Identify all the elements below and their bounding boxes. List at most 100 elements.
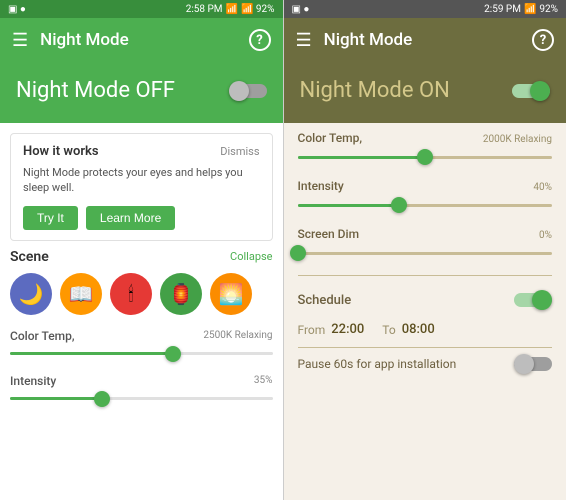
left-sliders-section: Color Temp, 2500K Relaxing Intensity 35%: [0, 325, 283, 429]
schedule-toggle[interactable]: [514, 290, 552, 310]
on-intensity-slider[interactable]: [298, 197, 553, 213]
time-display: 2:58 PM: [186, 4, 223, 15]
signal-icon-right: 📶: [524, 4, 536, 15]
schedule-row: Schedule: [298, 282, 553, 318]
pause-toggle-thumb: [514, 354, 534, 374]
on-color-temp-track-fill: [298, 156, 425, 159]
on-screen-dim-label-row: Screen Dim 0%: [298, 227, 553, 241]
from-label: From: [298, 323, 326, 337]
scene-icon-moon[interactable]: 🌙: [10, 273, 52, 315]
app-bar-left: ☰ Night Mode ?: [0, 18, 283, 62]
status-bar-left: ▣ ● 2:58 PM 📶 📶 92%: [0, 0, 283, 18]
on-screen-dim-hint: 0%: [539, 230, 552, 241]
hamburger-menu-icon-right[interactable]: ☰: [296, 30, 312, 51]
pause-toggle[interactable]: [514, 354, 552, 374]
on-intensity-track-fill: [298, 204, 400, 207]
color-temp-thumb[interactable]: [165, 346, 181, 362]
night-mode-toggle-on[interactable]: [512, 81, 550, 101]
on-color-temp-slider[interactable]: [298, 149, 553, 165]
scene-icon-reading[interactable]: 📖: [60, 273, 102, 315]
scene-icon-sunrise[interactable]: 🌅: [210, 273, 252, 315]
on-screen-dim-row: Screen Dim 0%: [298, 227, 553, 261]
night-mode-header-on: Night Mode ON: [284, 62, 566, 123]
how-it-works-title: How it works: [23, 144, 99, 159]
time-display-right: 2:59 PM: [484, 4, 521, 15]
left-screen-content: How it works Dismiss Night Mode protects…: [0, 123, 283, 500]
battery-display: 📶 92%: [241, 4, 275, 15]
scene-icon-candle[interactable]: 🕯: [110, 273, 152, 315]
toggle-thumb: [229, 81, 249, 101]
from-to-row: From 22:00 To 08:00: [298, 318, 553, 347]
app-bar-title-right: Night Mode: [324, 30, 532, 50]
status-icons-left: ▣ ●: [8, 4, 26, 15]
status-icons-right-right: 2:59 PM 📶 92%: [484, 4, 558, 15]
intensity-label: Intensity: [10, 374, 56, 388]
color-temp-slider[interactable]: [10, 346, 273, 362]
how-it-works-header: How it works Dismiss: [23, 144, 260, 159]
scene-title: Scene: [10, 249, 49, 265]
scene-header: Scene Collapse: [10, 249, 273, 265]
left-screen: ▣ ● 2:58 PM 📶 📶 92% ☰ Night Mode ? Night…: [0, 0, 284, 500]
status-bar-right: ▣ ● 2:59 PM 📶 92%: [284, 0, 566, 18]
color-temp-label: Color Temp,: [10, 329, 75, 343]
on-intensity-label: Intensity: [298, 179, 344, 193]
color-temp-track-fill: [10, 352, 173, 355]
try-it-button[interactable]: Try It: [23, 206, 78, 230]
right-screen: ▣ ● 2:59 PM 📶 92% ☰ Night Mode ? Night M…: [284, 0, 566, 500]
from-time[interactable]: 22:00: [331, 322, 364, 337]
intensity-slider[interactable]: [10, 391, 273, 407]
to-label: To: [382, 323, 395, 337]
status-icons-right-left: ▣ ●: [292, 4, 310, 15]
dismiss-button[interactable]: Dismiss: [220, 145, 259, 158]
on-intensity-thumb[interactable]: [391, 197, 407, 213]
scene-icon-lamp[interactable]: 🏮: [160, 273, 202, 315]
collapse-button[interactable]: Collapse: [230, 250, 272, 263]
color-temp-label-row: Color Temp, 2500K Relaxing: [10, 329, 273, 343]
battery-display-right: 92%: [539, 4, 558, 15]
status-icons-right: 2:58 PM 📶 📶 92%: [186, 4, 275, 15]
how-it-works-buttons: Try It Learn More: [23, 206, 260, 230]
on-color-temp-label-row: Color Temp, 2000K Relaxing: [298, 131, 553, 145]
pause-label: Pause 60s for app installation: [298, 357, 457, 371]
scene-section: Scene Collapse 🌙 📖 🕯 🏮 🌅: [10, 249, 273, 315]
notification-icon-right: ▣ ●: [292, 4, 310, 15]
app-bar-right: ☰ Night Mode ?: [284, 18, 566, 62]
intensity-label-row: Intensity 35%: [10, 374, 273, 388]
color-temp-slider-row: Color Temp, 2500K Relaxing: [10, 329, 273, 362]
on-screen-dim-label: Screen Dim: [298, 227, 360, 241]
intensity-thumb[interactable]: [94, 391, 110, 407]
right-screen-content: Color Temp, 2000K Relaxing Intensity 40%: [284, 123, 566, 500]
learn-more-button[interactable]: Learn More: [86, 206, 175, 230]
intensity-slider-row: Intensity 35%: [10, 374, 273, 407]
on-color-temp-label: Color Temp,: [298, 131, 363, 145]
intensity-hint: 35%: [254, 375, 273, 386]
on-color-temp-hint: 2000K Relaxing: [483, 134, 552, 145]
on-screen-dim-thumb[interactable]: [290, 245, 306, 261]
night-mode-on-title: Night Mode ON: [300, 78, 450, 103]
hamburger-menu-icon[interactable]: ☰: [12, 30, 28, 51]
on-color-temp-thumb[interactable]: [417, 149, 433, 165]
to-time[interactable]: 08:00: [402, 322, 435, 337]
help-button-left[interactable]: ?: [249, 29, 271, 51]
intensity-track-fill: [10, 397, 102, 400]
schedule-label: Schedule: [298, 293, 352, 308]
night-mode-toggle-off[interactable]: [229, 81, 267, 101]
color-temp-hint: 2500K Relaxing: [203, 330, 272, 341]
app-bar-title-left: Night Mode: [40, 30, 248, 50]
help-button-right[interactable]: ?: [532, 29, 554, 51]
divider-1: [298, 275, 553, 276]
how-it-works-text: Night Mode protects your eyes and helps …: [23, 165, 260, 196]
night-mode-off-title: Night Mode OFF: [16, 78, 175, 103]
on-intensity-label-row: Intensity 40%: [298, 179, 553, 193]
how-it-works-card: How it works Dismiss Night Mode protects…: [10, 133, 273, 241]
schedule-toggle-thumb: [532, 290, 552, 310]
toggle-thumb-on: [530, 81, 550, 101]
on-color-temp-row: Color Temp, 2000K Relaxing: [298, 131, 553, 165]
signal-icon: 📶: [226, 4, 238, 15]
on-intensity-hint: 40%: [533, 182, 552, 193]
notification-icon: ▣ ●: [8, 4, 26, 15]
pause-row: Pause 60s for app installation: [298, 347, 553, 380]
night-mode-header-off: Night Mode OFF: [0, 62, 283, 123]
on-screen-dim-slider[interactable]: [298, 245, 553, 261]
on-intensity-row: Intensity 40%: [298, 179, 553, 213]
